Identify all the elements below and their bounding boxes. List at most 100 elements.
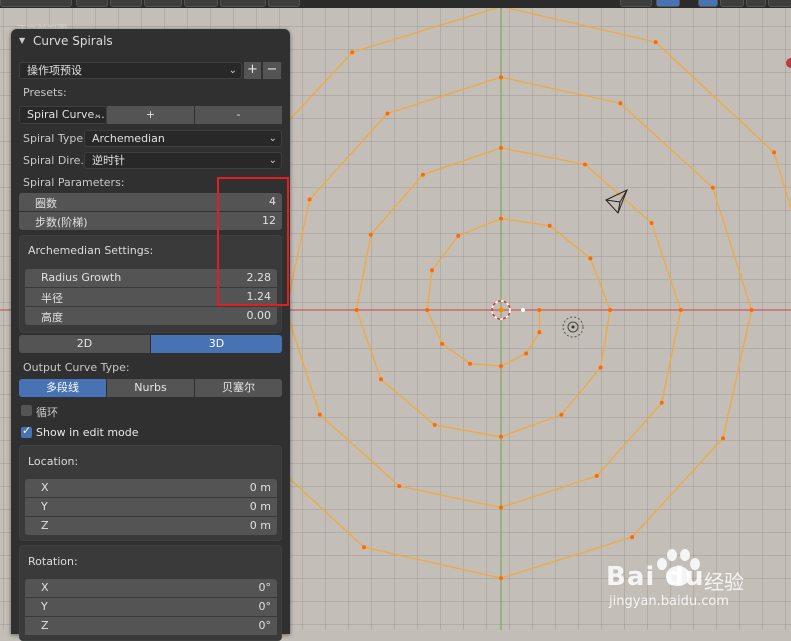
spiral-vertex[interactable] bbox=[594, 473, 599, 478]
watermark-url: jingyan.baidu.com bbox=[609, 594, 729, 609]
spiral-vertex[interactable] bbox=[678, 308, 683, 312]
location-y-field[interactable]: Y 0 m bbox=[25, 498, 277, 516]
watermark-brand: Bai du bbox=[606, 562, 705, 592]
panel-header[interactable]: ▼ Curve Spirals bbox=[11, 29, 290, 53]
spiral-vertex[interactable] bbox=[468, 361, 472, 366]
spiral-vertex[interactable] bbox=[710, 185, 715, 190]
spiral-vertex[interactable] bbox=[559, 412, 564, 417]
spiral-vertices[interactable] bbox=[213, 4, 791, 581]
spiral-vertex[interactable] bbox=[385, 111, 390, 116]
rotation-y-field[interactable]: Y 0° bbox=[25, 598, 277, 616]
spiral-vertex[interactable] bbox=[630, 535, 635, 540]
header-button[interactable] bbox=[746, 0, 766, 7]
camera-icon[interactable] bbox=[605, 189, 628, 214]
spiral-vertex[interactable] bbox=[432, 422, 437, 427]
spiral-vertex[interactable] bbox=[499, 505, 503, 510]
spiral-vertex[interactable] bbox=[537, 330, 542, 335]
header-toggle-button[interactable] bbox=[698, 0, 718, 7]
remove-preset-button[interactable]: − bbox=[263, 62, 281, 79]
curve-type-poly-button[interactable]: 多段线 bbox=[19, 379, 106, 397]
spiral-vertex[interactable] bbox=[368, 232, 373, 237]
spiral-vertex[interactable] bbox=[749, 308, 754, 312]
header-toggle-button[interactable] bbox=[656, 0, 680, 7]
rotation-z-field[interactable]: Z 0° bbox=[25, 617, 277, 635]
header-button[interactable] bbox=[110, 0, 142, 7]
show-in-edit-mode-checkbox[interactable] bbox=[21, 424, 32, 438]
spiral-vertex[interactable] bbox=[350, 50, 355, 55]
spiral-vertex[interactable] bbox=[456, 233, 461, 238]
header-button[interactable] bbox=[144, 0, 182, 7]
header-button[interactable] bbox=[620, 0, 652, 7]
spiral-vertex[interactable] bbox=[499, 216, 503, 221]
spiral-vertex[interactable] bbox=[307, 197, 312, 202]
height-value: 0.00 bbox=[246, 309, 272, 322]
spiral-vertex[interactable] bbox=[659, 400, 664, 405]
spiral-vertex[interactable] bbox=[608, 308, 613, 312]
turns-label: 圈数 bbox=[35, 197, 57, 210]
spiral-preset-dropdown[interactable]: Spiral Curve... ⌄ bbox=[19, 106, 107, 124]
spiral-vertex[interactable] bbox=[649, 221, 654, 225]
height-field[interactable]: 高度 0.00 bbox=[25, 307, 277, 325]
rotation-x-label: X bbox=[41, 581, 49, 594]
operator-panel-curve-spirals: ▼ Curve Spirals 操作项预设 ⌄ + − Presets: Spi… bbox=[11, 29, 290, 641]
header-button[interactable] bbox=[768, 0, 791, 7]
spiral-type-label: Spiral Type: bbox=[23, 132, 87, 145]
header-button[interactable] bbox=[0, 0, 72, 7]
spiral-vertex[interactable] bbox=[317, 412, 322, 417]
header-button[interactable] bbox=[720, 0, 744, 7]
spiral-preset-add-button[interactable]: + bbox=[107, 106, 194, 124]
light-icon[interactable] bbox=[562, 316, 584, 338]
chevron-down-icon: ⌄ bbox=[268, 133, 277, 144]
spiral-direction-value: 逆时针 bbox=[92, 154, 125, 167]
cycle-checkbox[interactable] bbox=[21, 405, 32, 416]
spiral-vertex[interactable] bbox=[653, 40, 658, 45]
spiral-vertex[interactable] bbox=[440, 341, 445, 346]
spiral-vertex[interactable] bbox=[721, 436, 725, 441]
spiral-vertex[interactable] bbox=[499, 576, 503, 581]
spiral-vertex[interactable] bbox=[354, 308, 359, 312]
spiral-vertex[interactable] bbox=[499, 75, 503, 80]
spiral-vertex[interactable] bbox=[397, 484, 402, 489]
dimension-3d-button[interactable]: 3D bbox=[151, 335, 282, 353]
spiral-vertex[interactable] bbox=[379, 377, 383, 382]
header-button[interactable] bbox=[76, 0, 108, 7]
spiral-vertex[interactable] bbox=[588, 256, 593, 261]
add-preset-button[interactable]: + bbox=[244, 62, 261, 79]
header-button[interactable] bbox=[184, 0, 218, 7]
dimension-2d-button[interactable]: 2D bbox=[19, 335, 150, 353]
location-y-value: 0 m bbox=[249, 500, 271, 513]
spiral-vertex[interactable] bbox=[499, 434, 503, 439]
spiral-vertex[interactable] bbox=[499, 364, 503, 369]
curve-type-bezier-button[interactable]: 贝塞尔 bbox=[195, 379, 282, 397]
spiral-direction-dropdown[interactable]: 逆时针 ⌄ bbox=[84, 152, 282, 169]
operator-preset-dropdown[interactable]: 操作项预设 ⌄ bbox=[19, 62, 242, 79]
spiral-vertex[interactable] bbox=[524, 351, 529, 356]
header-button[interactable] bbox=[268, 0, 300, 7]
spiral-vertex[interactable] bbox=[425, 308, 430, 312]
steps-label: 步数(阶梯) bbox=[35, 216, 88, 229]
spiral-curve[interactable] bbox=[214, 5, 791, 579]
location-x-field[interactable]: X 0 m bbox=[25, 479, 277, 497]
spiral-vertex[interactable] bbox=[618, 101, 623, 106]
watermark-brand-cn: 经验 bbox=[704, 570, 744, 594]
location-z-field[interactable]: Z 0 m bbox=[25, 517, 277, 535]
spiral-vertex[interactable] bbox=[499, 145, 503, 150]
height-label: 高度 bbox=[41, 311, 63, 324]
radius-growth-label: Radius Growth bbox=[41, 271, 122, 284]
spiral-vertex[interactable] bbox=[547, 223, 552, 228]
collapse-triangle-icon[interactable]: ▼ bbox=[19, 36, 25, 45]
curve-type-nurbs-button[interactable]: Nurbs bbox=[107, 379, 194, 397]
spiral-type-dropdown[interactable]: Archemedian ⌄ bbox=[84, 130, 282, 147]
spiral-preset-remove-button[interactable]: - bbox=[195, 106, 282, 124]
spiral-vertex[interactable] bbox=[583, 162, 587, 167]
header-button[interactable] bbox=[220, 0, 266, 7]
spiral-vertex[interactable] bbox=[598, 365, 603, 370]
spiral-vertex[interactable] bbox=[430, 268, 434, 273]
rotation-x-field[interactable]: X 0° bbox=[25, 579, 277, 597]
location-title: Location: bbox=[28, 455, 79, 468]
spiral-vertex[interactable] bbox=[772, 150, 776, 155]
spiral-vertex[interactable] bbox=[420, 172, 425, 177]
rotation-title: Rotation: bbox=[28, 555, 78, 568]
spiral-vertex[interactable] bbox=[362, 545, 366, 550]
spiral-vertex[interactable] bbox=[537, 308, 542, 312]
